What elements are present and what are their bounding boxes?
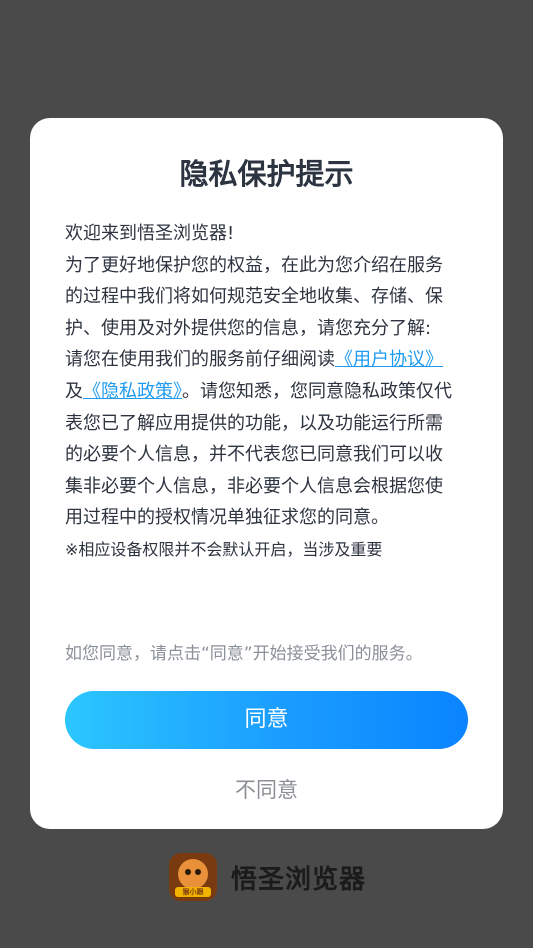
brand-footer: 猴小跟 悟圣浏览器	[169, 852, 366, 902]
permission-note: ※相应设备权限并不会默认开启，当涉及重要	[65, 539, 383, 559]
read-suffix: 。请您知悉，您同意隐私政策仅代表您已了解应用提供的功能，以及功能运行所需的必要个…	[65, 380, 452, 529]
app-logo-icon: 猴小跟	[169, 853, 217, 901]
consent-hint: 如您同意，请点击“同意”开始接受我们的服务。	[65, 644, 423, 664]
brand-name: 悟圣浏览器	[231, 864, 367, 895]
monkey-eye-left	[185, 869, 191, 875]
welcome-text: 欢迎来到悟圣浏览器!	[65, 223, 235, 244]
privacy-policy-link[interactable]: 《隐私政策》	[83, 381, 182, 402]
intro-text: 为了更好地保护您的权益，在此为您介绍在服务的过程中我们将如何规范安全地收集、存储…	[65, 254, 443, 339]
read-agreement-text: 请您在使用我们的服务前仔细阅读《用户协议》及《隐私政策》。请您知悉，您同意隐私政…	[65, 344, 457, 534]
read-prefix: 请您在使用我们的服务前仔细阅读	[65, 349, 335, 371]
logo-tag: 猴小跟	[175, 887, 211, 897]
monkey-face-shape	[178, 859, 208, 889]
privacy-text-scroll[interactable]: 欢迎来到悟圣浏览器! 为了更好地保护您的权益，在此为您介绍在服务的过程中我们将如…	[65, 218, 457, 613]
and-text: 及	[65, 380, 83, 402]
disagree-button[interactable]: 不同意	[30, 772, 503, 808]
privacy-dialog: 隐私保护提示 欢迎来到悟圣浏览器! 为了更好地保护您的权益，在此为您介绍在服务的…	[30, 118, 503, 829]
monkey-eye-right	[195, 869, 201, 875]
agree-button[interactable]: 同意	[65, 691, 468, 749]
user-agreement-link[interactable]: 《用户协议》	[335, 349, 443, 370]
dialog-title: 隐私保护提示	[179, 157, 354, 191]
